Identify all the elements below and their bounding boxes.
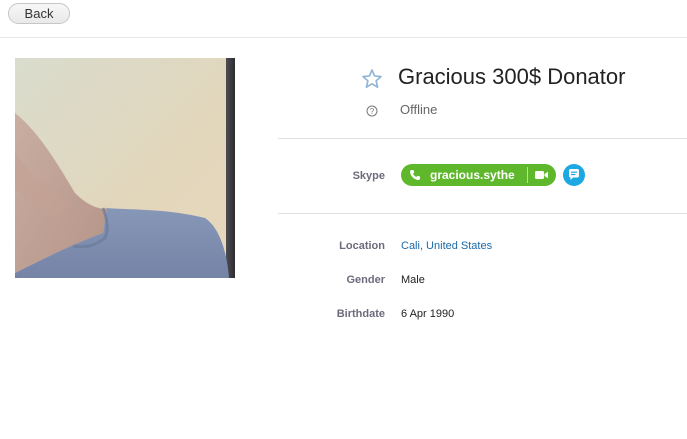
location-value[interactable]: Cali, United States [401, 240, 492, 252]
birthdate-value: 6 Apr 1990 [401, 308, 455, 320]
skype-contact-pill: gracious.sythe [401, 164, 556, 186]
favorite-star-icon[interactable] [361, 68, 383, 90]
profile-display-name: Gracious 300$ Donator [398, 64, 626, 89]
svg-text:?: ? [370, 107, 375, 116]
call-button[interactable]: gracious.sythe [401, 164, 527, 186]
presence-status: Offline [400, 102, 438, 117]
birthdate-label: Birthdate [336, 308, 385, 320]
status-unknown-icon: ? [366, 104, 378, 117]
gender-value: Male [401, 274, 425, 286]
back-button[interactable]: Back [8, 3, 70, 24]
divider [278, 213, 687, 214]
divider [278, 138, 687, 139]
skype-handle: gracious.sythe [430, 168, 515, 182]
top-toolbar: Back [0, 0, 687, 38]
location-label: Location [339, 240, 385, 252]
phone-icon [410, 170, 420, 180]
skype-label: Skype [352, 170, 385, 182]
gender-label: Gender [346, 274, 385, 286]
video-camera-icon [535, 171, 548, 179]
chat-bubble-icon [569, 169, 579, 180]
video-call-button[interactable] [528, 164, 556, 186]
chat-button[interactable] [563, 164, 585, 186]
